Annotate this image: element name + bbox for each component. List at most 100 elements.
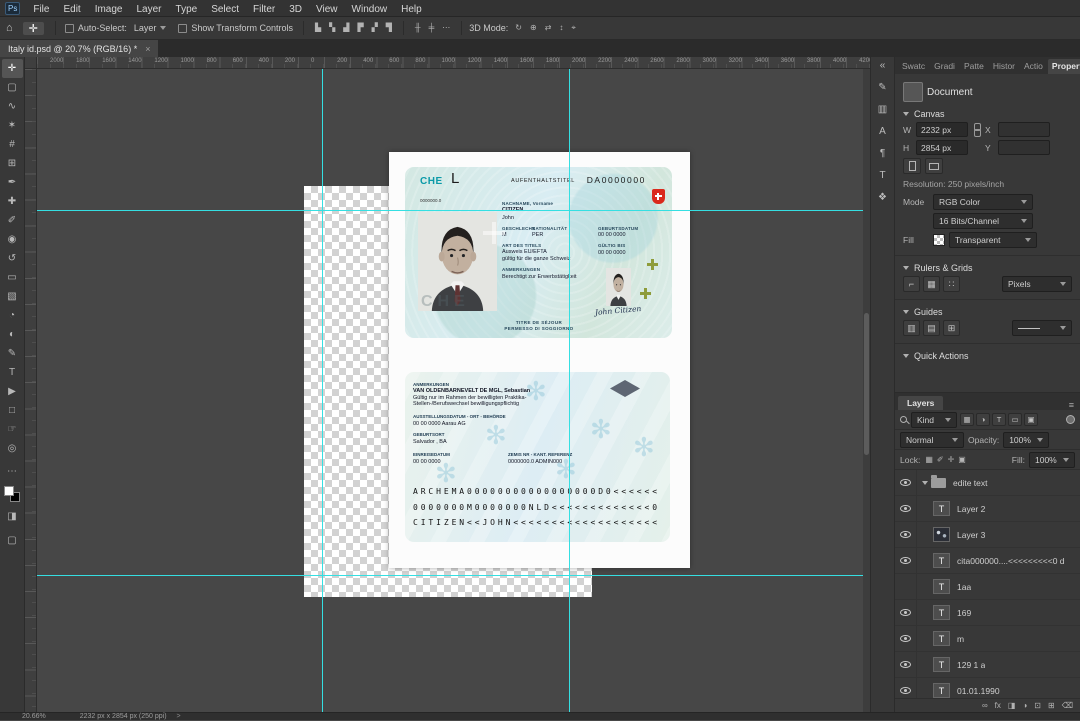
color-swatches[interactable] [4,486,20,502]
panel-tab-properties[interactable]: Properties [1047,59,1080,74]
layer-group-icon[interactable]: ⊡ [1034,701,1041,710]
clone-stamp-tool[interactable]: ◉ [2,230,23,249]
canvas-section-header[interactable]: Canvas [903,109,1072,119]
align-vertical-centers-icon[interactable]: ▞ [368,23,382,32]
brush-tool[interactable]: ✐ [2,211,23,230]
menu-item-help[interactable]: Help [394,4,429,15]
filter-type-layers-icon[interactable]: T [992,413,1006,426]
rectangular-marquee-tool[interactable]: ▢ [2,78,23,97]
lock-position-icon[interactable]: ✛ [947,455,956,464]
layer-visibility-toggle[interactable] [895,652,917,677]
menu-item-layer[interactable]: Layer [130,4,169,15]
collapse-panels-icon[interactable]: « [880,60,886,71]
lock-transparency-icon[interactable]: ▦ [924,455,934,464]
layer-effects-icon[interactable]: fx [995,701,1001,710]
filter-kind-dropdown[interactable]: Kind [911,411,957,428]
menu-item-window[interactable]: Window [345,4,395,15]
character-panel-icon[interactable]: A [879,126,886,137]
width-field[interactable]: 2232 px [916,122,968,137]
layer-visibility-toggle[interactable] [895,548,917,573]
hand-tool[interactable]: ☞ [2,420,23,439]
menu-item-file[interactable]: File [26,4,56,15]
toggle-grid-icon[interactable]: ▦ [923,276,940,292]
distribute-horizontal-icon[interactable]: ╫ [411,23,425,32]
opacity-dropdown[interactable]: 100% [1003,431,1050,448]
group-expand-caret-icon[interactable] [922,480,928,485]
align-right-edges-icon[interactable]: ▟ [339,23,353,32]
canvas-viewport[interactable]: CHE L AUFENTHALTSTITEL DA0000000 0000000… [37,69,870,712]
3d-drag-icon[interactable]: ⇄ [541,23,556,32]
guide-horizontal[interactable] [37,210,870,211]
quick-actions-section-header[interactable]: Quick Actions [903,351,1072,361]
layer-row[interactable]: T 1aa [895,574,1080,600]
foreground-color-swatch[interactable] [4,486,14,496]
screen-mode-icon[interactable]: ▢ [2,531,23,550]
layer-visibility-toggle[interactable] [895,626,917,651]
delete-layer-icon[interactable]: ⌫ [1062,701,1073,710]
menu-item-edit[interactable]: Edit [56,4,87,15]
3d-rotate-icon[interactable]: ↻ [511,23,526,32]
bit-depth-dropdown[interactable]: 16 Bits/Channel [933,213,1033,229]
blur-tool[interactable]: ◔ [2,306,23,325]
paragraph-panel-icon[interactable]: ¶ [880,148,885,159]
pen-tool[interactable]: ✎ [2,344,23,363]
quick-mask-icon[interactable]: ◨ [2,507,23,526]
auto-select-checkbox[interactable] [64,23,74,33]
menu-item-image[interactable]: Image [88,4,130,15]
layer-visibility-toggle[interactable] [895,574,917,599]
healing-brush-tool[interactable]: ✚ [2,192,23,211]
blend-mode-dropdown[interactable]: Normal [900,431,964,448]
filter-shape-layers-icon[interactable]: ▭ [1008,413,1022,426]
new-layer-icon[interactable]: ⊞ [1048,701,1055,710]
3d-scale-icon[interactable]: ⌖ [567,23,580,32]
ruler-left[interactable] [25,69,37,712]
height-field[interactable]: 2854 px [916,140,968,155]
eyedropper-tool[interactable]: ✒ [2,173,23,192]
layer-visibility-toggle[interactable] [895,470,917,495]
brush-settings-panel-icon[interactable]: ✎ [878,82,886,93]
align-bottom-edges-icon[interactable]: ▜ [382,23,396,32]
menu-item-view[interactable]: View [309,4,345,15]
layers-tab[interactable]: Layers [898,396,944,410]
guide-horizontal[interactable] [37,575,870,576]
toggle-rulers-icon[interactable]: ⌐ [903,276,920,292]
landscape-orientation-button[interactable] [925,158,943,174]
lasso-tool[interactable]: ∿ [2,97,23,116]
panel-menu-icon[interactable]: ≡ [1069,400,1074,410]
guides-section-header[interactable]: Guides [903,307,1072,317]
layer-row[interactable]: edite text [895,470,1080,496]
layer-visibility-toggle[interactable] [895,600,917,625]
filter-adjustment-layers-icon[interactable]: ◑ [976,413,990,426]
document-tab[interactable]: Italy id.psd @ 20.7% (RGB/16) * × [0,40,159,57]
close-tab-icon[interactable]: × [145,44,150,54]
rulers-grids-section-header[interactable]: Rulers & Grids [903,263,1072,273]
layer-row[interactable]: T Layer 2 [895,496,1080,522]
scrollbar-thumb[interactable] [864,313,869,455]
libraries-panel-icon[interactable]: ❖ [878,192,887,203]
link-layers-icon[interactable]: ∞ [982,701,988,710]
zoom-level-field[interactable]: 20.66% [22,713,46,721]
panel-tab-actio[interactable]: Actio [1020,59,1047,74]
panel-tab-swatc[interactable]: Swatc [898,59,929,74]
layer-row[interactable]: T 01.01.1990 [895,678,1080,698]
guide-vertical[interactable] [322,69,323,712]
gradient-tool[interactable]: ▧ [2,287,23,306]
layer-row[interactable]: Tcita000000....<<<<<<<<<0 d [895,548,1080,574]
guide-vertical[interactable] [569,69,570,712]
layer-row[interactable]: Layer 3 [895,522,1080,548]
filter-pixel-layers-icon[interactable]: ▦ [960,413,974,426]
canvas-fill-dropdown[interactable]: Transparent [949,232,1037,248]
color-mode-dropdown[interactable]: RGB Color [933,194,1033,210]
align-horizontal-centers-icon[interactable]: ▚ [325,23,339,32]
guide-layout-icon[interactable]: ▤ [923,320,940,336]
edit-toolbar-icon[interactable]: ⋯ [2,462,23,481]
eraser-tool[interactable]: ▭ [2,268,23,287]
portrait-orientation-button[interactable] [903,158,921,174]
layer-fill-dropdown[interactable]: 100% [1029,451,1075,468]
glyphs-panel-icon[interactable]: T [879,170,885,181]
layer-filter-toggle[interactable] [1066,415,1075,424]
layer-row[interactable]: Tm [895,626,1080,652]
menu-item-3d[interactable]: 3D [282,4,309,15]
show-transform-controls-checkbox[interactable] [178,23,188,33]
ruler-top[interactable]: 2000 1800 1600 1400 1200 1000 800 600 400 200 0 200… [37,57,870,69]
